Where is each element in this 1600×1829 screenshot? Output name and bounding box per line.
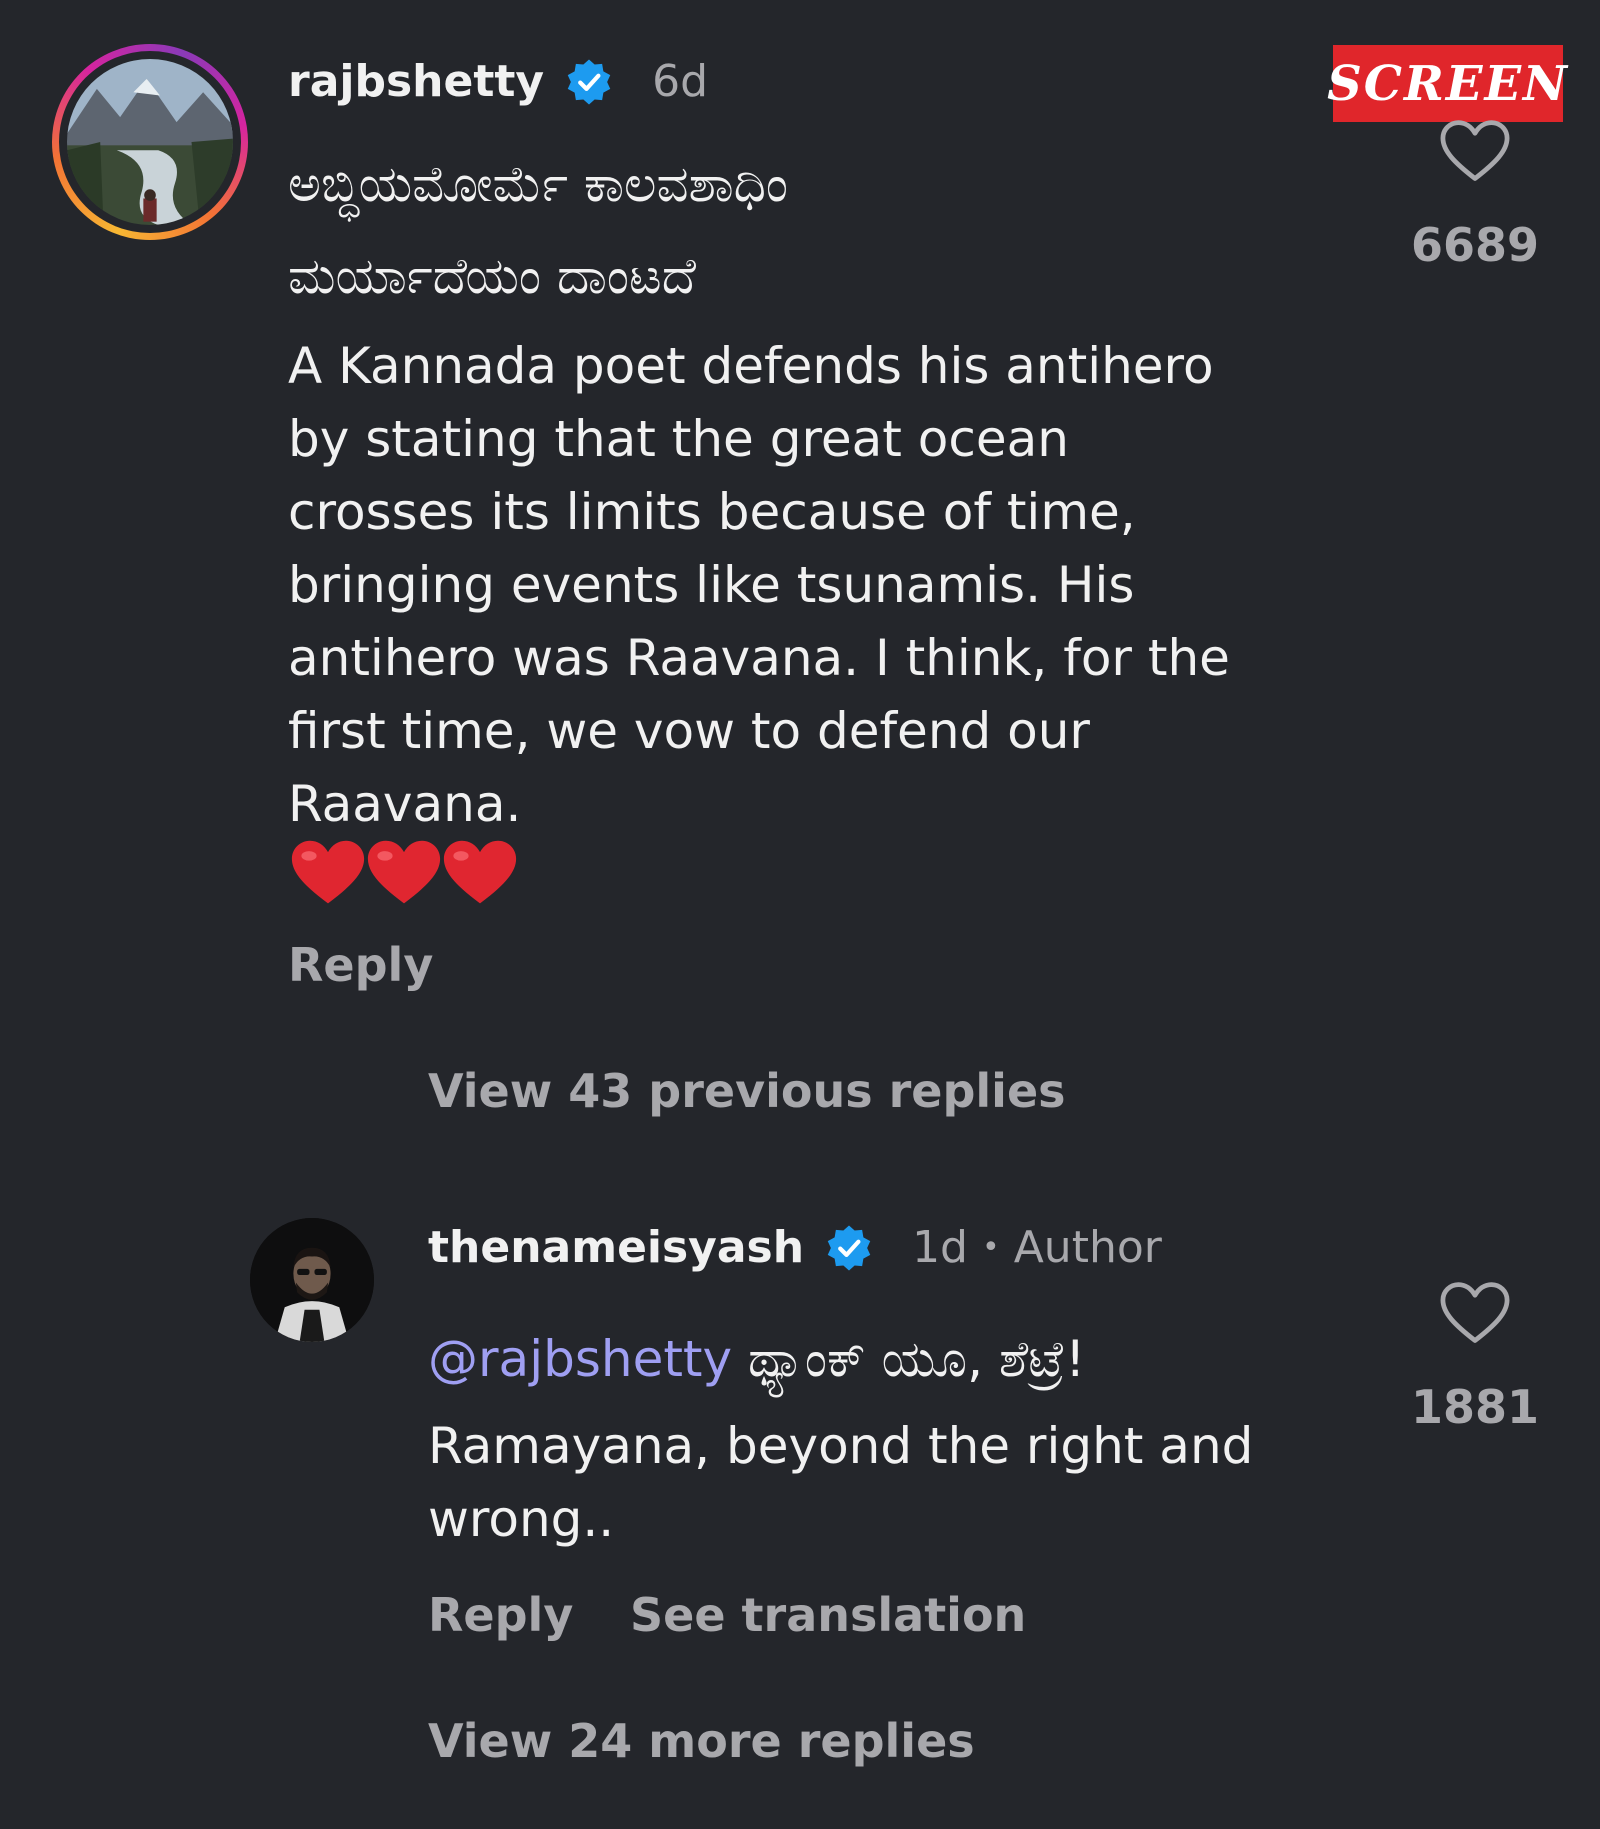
avatar-thenameisyash[interactable] <box>250 1218 374 1342</box>
mention-link[interactable]: @rajbshetty <box>428 1330 732 1388</box>
reply-line: wrong.. <box>428 1490 615 1548</box>
reply-line: Ramayana, beyond the right and <box>428 1417 1254 1475</box>
red-heart-emoji <box>367 840 441 904</box>
reply-button[interactable]: Reply <box>428 1588 573 1642</box>
comment-line: by stating that the great ocean <box>288 410 1069 468</box>
comment-line: antihero was Raavana. I think, for the <box>288 629 1230 687</box>
comment-kannada-line-1: ಅಬ್ಧಿಯಮೋರ್ಮೆ ಕಾಲವಶಾಧಿಂ <box>288 155 789 213</box>
red-heart-emoji <box>291 840 365 904</box>
comment-line: Raavana. <box>288 775 522 833</box>
author-label: Author <box>1013 1222 1162 1273</box>
reply-username[interactable]: thenameisyash <box>428 1222 804 1273</box>
reply-like: 1881 <box>1395 1280 1555 1434</box>
comment-kannada-line-2: ಮರ್ಯಾದೆಯಂ ದಾಂಟದೆ <box>288 247 696 305</box>
heart-outline-icon[interactable] <box>1438 118 1512 184</box>
view-previous-replies-link[interactable]: View 43 previous replies <box>428 1064 1066 1118</box>
screen-watermark-logo: SCREEN <box>1327 45 1567 122</box>
reply-time: 1d <box>912 1222 968 1273</box>
reply-kannada-text: ಥ್ಯಾಂಕ್ ಯೂ, ಶೆಟ್ರೆ! <box>732 1330 1086 1388</box>
comment-line: crosses its limits because of time, <box>288 483 1136 541</box>
watermark-text: SCREEN <box>1327 55 1569 112</box>
red-heart-emojis <box>290 838 518 908</box>
reply-body: @rajbshetty ಥ್ಯಾಂಕ್ ಯೂ, ಶೆಟ್ರೆ! <box>428 1318 1085 1400</box>
reply-button[interactable]: Reply <box>288 938 433 992</box>
comments-thread: SCREEN rajbshetty 6d ಅಬ್ಧಿಯಮೋರ್ಮೆ ಕಾಲವಶಾ… <box>0 0 1600 1829</box>
separator-dot: • <box>982 1230 1000 1265</box>
verified-badge-icon <box>567 59 611 104</box>
see-translation-button[interactable]: See translation <box>630 1588 1026 1642</box>
red-heart-emoji <box>443 840 517 904</box>
avatar-rajbshetty[interactable] <box>52 44 248 240</box>
like-count: 6689 <box>1410 218 1540 272</box>
comment-time: 6d <box>652 56 709 107</box>
reply-header: thenameisyash 1d • Author <box>428 1222 1162 1273</box>
reply-first-line: @rajbshetty ಥ್ಯಾಂಕ್ ಯೂ, ಶೆಟ್ರೆ! <box>428 1318 1085 1400</box>
reply-english-body: Ramayana, beyond the right and wrong.. <box>428 1410 1253 1556</box>
like-count: 1881 <box>1410 1380 1540 1434</box>
comment-header: rajbshetty 6d <box>288 56 708 107</box>
view-more-replies-link[interactable]: View 24 more replies <box>428 1714 975 1768</box>
comment-body: A Kannada poet defends his antihero by s… <box>288 330 1230 841</box>
verified-badge-icon <box>827 1225 871 1270</box>
comment-line: bringing events like tsunamis. His <box>288 556 1135 614</box>
heart-outline-icon[interactable] <box>1438 1280 1512 1346</box>
username[interactable]: rajbshetty <box>288 56 544 107</box>
comment-like: 6689 <box>1395 118 1555 272</box>
comment-line: A Kannada poet defends his antihero <box>288 337 1214 395</box>
comment-line: first time, we vow to defend our <box>288 702 1090 760</box>
